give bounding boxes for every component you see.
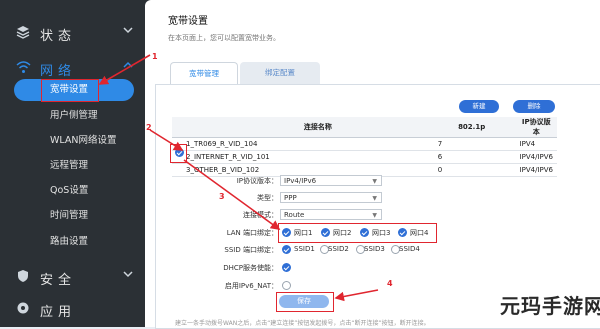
- watermark-text: 元玛手游网: [500, 294, 600, 318]
- watermark: 元玛手游网: [490, 288, 600, 322]
- annotation-number: 1: [152, 52, 158, 61]
- annotation-number: 3: [219, 192, 225, 201]
- annotation-number: 4: [387, 279, 393, 288]
- annotation-arrows: [98, 54, 379, 302]
- annotation-number: 2: [146, 123, 152, 132]
